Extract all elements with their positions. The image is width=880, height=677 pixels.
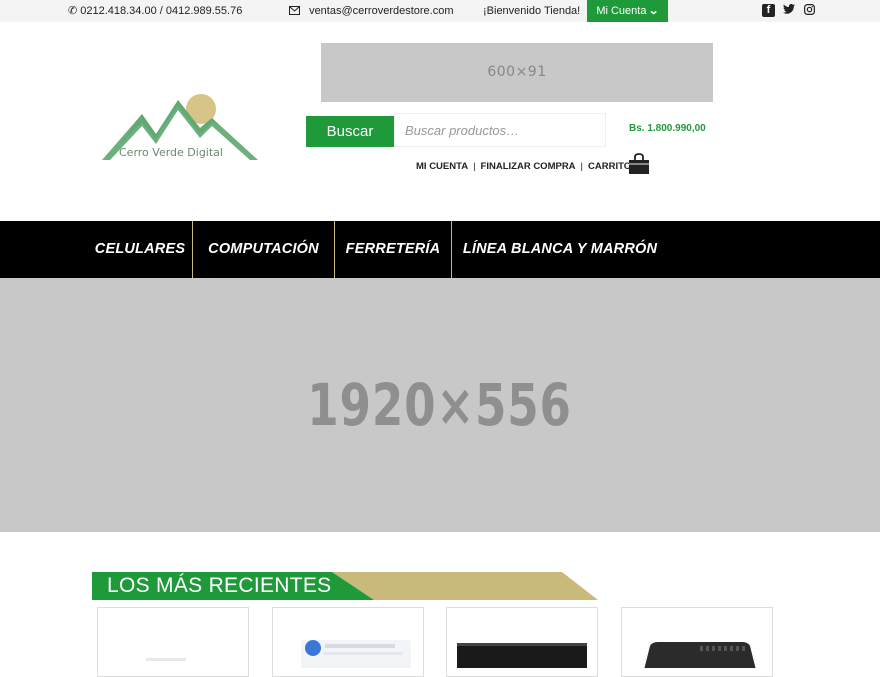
chevron-down-icon: ⌄ — [648, 5, 660, 17]
phone-text: 0212.418.34.00 / 0412.989.55.76 — [80, 5, 243, 17]
nav-item-linea-blanca[interactable]: LÍNEA BLANCA Y MARRÓN — [452, 221, 668, 278]
hero-banner-placeholder[interactable]: 1920×556 — [0, 278, 880, 532]
product-image — [146, 658, 186, 661]
my-account-label: Mi Cuenta — [596, 5, 647, 17]
hero-placeholder-label: 1920×556 — [307, 371, 573, 439]
main-navigation: CELULARES COMPUTACIÓN FERRETERÍA LÍNEA B… — [0, 221, 880, 278]
welcome-text: ¡Bienvenido Tienda! — [483, 5, 581, 17]
phone-info: ✆ 0212.418.34.00 / 0412.989.55.76 — [68, 0, 242, 22]
my-account-link[interactable]: MI CUENTA — [416, 161, 468, 172]
cart-link[interactable]: CARRITO — [588, 161, 631, 172]
product-image — [457, 643, 587, 673]
cart-total: Bs. 1.800.990,00 — [629, 123, 706, 134]
product-card[interactable] — [621, 607, 773, 677]
nav-item-ferreteria[interactable]: FERRETERÍA — [335, 221, 451, 278]
email-info[interactable]: ventas@cerroverdestore.com — [289, 0, 454, 22]
my-account-button[interactable]: Mi Cuenta ⌄ — [587, 0, 668, 22]
search-input[interactable] — [394, 113, 606, 147]
phone-icon: ✆ — [68, 5, 78, 17]
envelope-icon — [289, 0, 300, 22]
product-card[interactable] — [446, 607, 598, 677]
nav-item-celulares[interactable]: CELULARES — [88, 221, 192, 278]
site-logo[interactable]: Cerro Verde Digital — [100, 92, 260, 164]
instagram-icon[interactable] — [803, 4, 816, 17]
email-text[interactable]: ventas@cerroverdestore.com — [309, 5, 453, 17]
shopping-bag-icon[interactable] — [628, 153, 650, 175]
product-card[interactable] — [97, 607, 249, 677]
facebook-icon[interactable]: f — [762, 4, 775, 17]
product-image — [301, 640, 411, 670]
header-ad-placeholder: 600×91 — [321, 43, 713, 102]
search-button[interactable]: Buscar — [306, 116, 394, 147]
header-links: MI CUENTA | FINALIZAR COMPRA | CARRITO — [416, 161, 632, 172]
product-image — [644, 642, 756, 670]
top-bar: ✆ 0212.418.34.00 / 0412.989.55.76 ventas@… — [0, 0, 880, 22]
section-title: LOS MÁS RECIENTES — [107, 574, 332, 597]
checkout-link[interactable]: FINALIZAR COMPRA — [481, 161, 576, 172]
nav-item-computacion[interactable]: COMPUTACIÓN — [193, 221, 334, 278]
product-card[interactable] — [272, 607, 424, 677]
logo-text: Cerro Verde Digital — [119, 146, 223, 159]
twitter-icon[interactable] — [782, 4, 795, 17]
